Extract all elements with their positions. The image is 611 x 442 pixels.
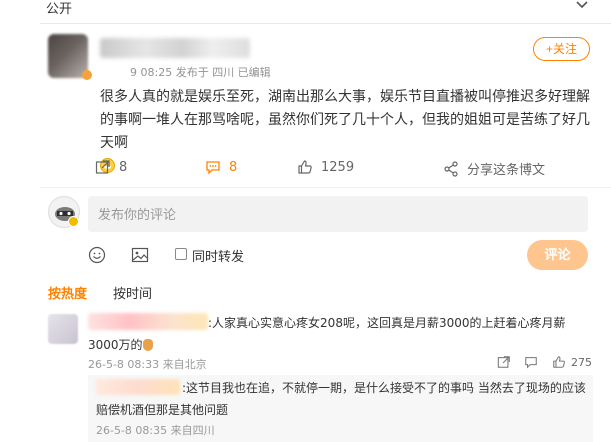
forward-count: 8 <box>119 159 128 175</box>
forward-icon <box>95 160 110 174</box>
comment-action[interactable]: 8 <box>205 159 237 175</box>
comment-meta: 26-5-8 08:33 来自北京 <box>88 358 207 371</box>
verified-badge-icon <box>68 216 79 227</box>
like-count: 1259 <box>321 159 355 175</box>
forward-action[interactable]: 8 <box>95 159 127 175</box>
comment-like-count: 275 <box>571 356 592 369</box>
comment-icon <box>206 161 220 175</box>
author-badge-icon <box>82 70 92 80</box>
post-body: 很多人真的就是娱乐至死，湖南出那么大事，娱乐节目直播被叫停推迟多好理解的事啊一堆… <box>100 89 590 151</box>
like-action[interactable]: 1259 <box>297 159 354 175</box>
tab-sort-time[interactable]: 按时间 <box>113 283 152 302</box>
post-meta: 9 08:25 发布于 四川 已编辑 <box>130 66 271 79</box>
thumbs-up-icon <box>298 160 312 174</box>
chevron-down-icon[interactable] <box>575 0 589 10</box>
tab-sort-hot[interactable]: 按热度 <box>48 283 87 302</box>
share-label: 分享这条博文 <box>467 163 546 178</box>
author-name-redacted[interactable] <box>100 38 250 58</box>
comment-input[interactable] <box>88 196 588 232</box>
comment-icon[interactable] <box>524 355 538 369</box>
share-icon <box>444 160 458 177</box>
visibility-label[interactable]: 公开 <box>46 0 72 17</box>
money-bag-icon <box>142 339 153 351</box>
comment-text: :人家真心实意心疼女208呢，这回真是月薪3000的上赶着心疼月薪3000万的 <box>88 312 593 356</box>
forward-icon[interactable] <box>497 355 511 369</box>
repost-checkbox[interactable] <box>175 248 187 260</box>
divider <box>40 187 611 188</box>
reply-meta: 26-5-8 08:35 来自四川 <box>96 424 215 437</box>
thumbs-up-icon[interactable] <box>552 355 566 369</box>
emoji-icon[interactable] <box>88 246 106 264</box>
submit-comment-button[interactable]: 评论 <box>527 240 588 270</box>
repost-label[interactable]: 同时转发 <box>192 246 244 265</box>
image-icon[interactable] <box>131 246 149 264</box>
commenter-avatar[interactable] <box>48 314 78 344</box>
comment-count: 8 <box>229 159 238 175</box>
comment-body: :人家真心实意心疼女208呢，这回真是月薪3000的上赶着心疼月薪3000万的 <box>88 316 566 352</box>
divider <box>40 23 611 24</box>
share-action[interactable]: 分享这条博文 <box>443 159 545 178</box>
reply-text: :这节目我也在追，不就停一期，是什么接受不了的事吗 当然去了现场的应该赔偿机酒但… <box>96 381 586 417</box>
follow-button[interactable]: +关注 <box>533 37 590 61</box>
